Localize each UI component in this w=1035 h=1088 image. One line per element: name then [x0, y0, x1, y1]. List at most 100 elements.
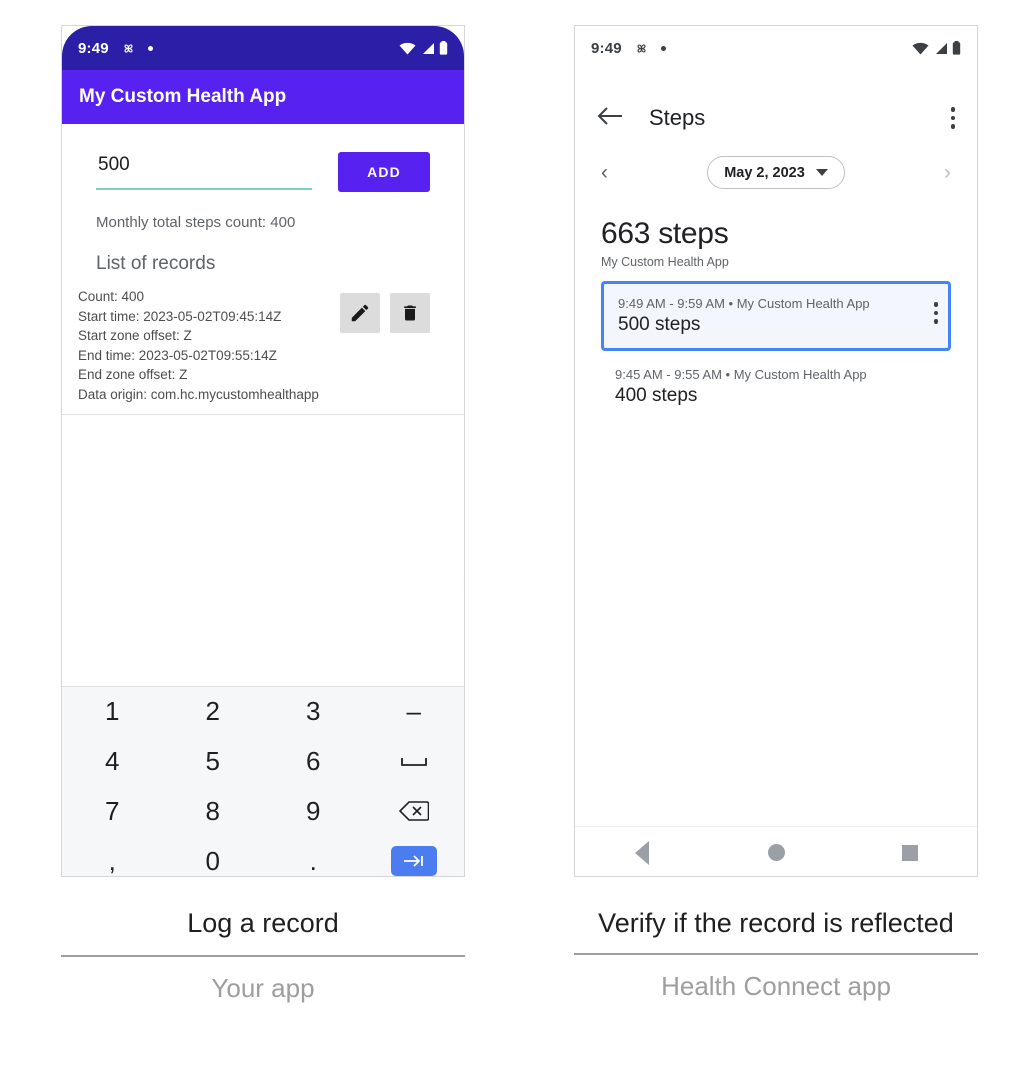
enter-key-surface	[390, 846, 437, 876]
backspace-icon	[398, 801, 429, 822]
record-count: Count: 400	[78, 289, 145, 304]
key-8[interactable]: 8	[163, 787, 264, 837]
record-end-zone-offset: End zone offset: Z	[78, 367, 188, 382]
left-app-content: 500 ADD Monthly total steps count: 400 L…	[62, 124, 464, 686]
caption-left: Log a record Your app	[61, 905, 465, 1004]
record-action-buttons	[340, 287, 430, 404]
key-4[interactable]: 4	[62, 737, 163, 787]
summary-source-app: My Custom Health App	[601, 255, 729, 269]
kebab-dots-icon	[933, 302, 938, 324]
app-bar-title-bar: My Custom Health App	[62, 70, 464, 124]
record-entry[interactable]: 9:45 AM - 9:55 AM • My Custom Health App…	[601, 355, 951, 419]
space-bar-icon	[400, 757, 427, 766]
record-entry-text: 9:49 AM - 9:59 AM • My Custom Health App…	[618, 296, 870, 336]
nav-back-button[interactable]	[575, 840, 709, 865]
home-circle-icon	[767, 844, 785, 861]
tab-next-icon	[403, 855, 423, 867]
status-icons-group	[912, 41, 961, 55]
battery-icon	[439, 41, 448, 55]
record-time-range: 9:49 AM - 9:59 AM • My Custom Health App	[618, 296, 870, 311]
record-step-count: 400 steps	[615, 385, 698, 406]
key-7[interactable]: 7	[62, 787, 163, 837]
chevron-down-icon	[815, 169, 828, 176]
pinwheel-icon	[634, 41, 649, 56]
record-overflow-menu-button[interactable]	[933, 296, 938, 324]
steps-input-value: 500	[98, 154, 130, 175]
key-enter-next[interactable]	[364, 836, 465, 876]
key-5[interactable]: 5	[163, 737, 264, 787]
list-of-records-heading: List of records	[96, 253, 216, 274]
notification-dot-icon	[147, 45, 153, 51]
records-list: 9:49 AM - 9:59 AM • My Custom Health App…	[575, 269, 977, 419]
wifi-icon	[399, 42, 416, 54]
health-connect-content: Steps ‹ May 2, 2023 › 663 steps My Custo…	[575, 70, 977, 826]
key-0[interactable]: 0	[163, 836, 264, 876]
date-dropdown-chip[interactable]: May 2, 2023	[707, 156, 845, 189]
status-bar-left: 9:49	[62, 26, 464, 70]
recents-square-icon	[902, 844, 918, 861]
numeric-keyboard: 1 2 3 – 4 5 6 7 8 9 , 0 .	[62, 686, 465, 876]
trash-icon	[404, 305, 416, 321]
status-icons-group	[399, 41, 448, 55]
input-underline	[96, 188, 312, 190]
record-end-time: End time: 2023-05-02T09:55:14Z	[78, 347, 277, 363]
key-comma[interactable]: ,	[62, 836, 163, 876]
record-data-origin: Data origin: com.hc.mycustomhealthapp	[78, 386, 319, 402]
key-6[interactable]: 6	[263, 737, 364, 787]
key-backspace[interactable]	[364, 787, 465, 837]
record-entry-selected[interactable]: 9:49 AM - 9:59 AM • My Custom Health App…	[601, 281, 951, 351]
overflow-menu-button[interactable]	[950, 107, 955, 129]
back-arrow-icon[interactable]	[597, 106, 623, 131]
edit-record-button[interactable]	[340, 293, 380, 333]
caption-left-sub: Your app	[211, 973, 315, 1003]
record-time-range: 9:45 AM - 9:55 AM • My Custom Health App	[615, 367, 867, 382]
battery-icon	[952, 41, 961, 55]
key-1[interactable]: 1	[62, 687, 163, 737]
page-root: 9:49 My Custom Health App 500 ADD Monthl…	[0, 0, 1035, 1088]
record-entry-text: 9:45 AM - 9:55 AM • My Custom Health App…	[615, 367, 867, 407]
signal-icon	[423, 42, 434, 54]
record-step-count: 500 steps	[618, 314, 701, 335]
back-triangle-icon	[635, 840, 649, 865]
record-list-item[interactable]: Count: 400 Start time: 2023-05-02T09:45:…	[62, 281, 464, 415]
delete-record-button[interactable]	[390, 293, 430, 333]
app-title: My Custom Health App	[79, 86, 287, 107]
key-period[interactable]: .	[263, 836, 364, 876]
wifi-icon	[912, 42, 929, 54]
notification-dot-icon	[660, 45, 666, 51]
key-2[interactable]: 2	[163, 687, 264, 737]
steps-input-field[interactable]: 500	[96, 150, 312, 190]
next-day-button[interactable]: ›	[944, 162, 951, 183]
record-start-time: Start time: 2023-05-02T09:45:14Z	[78, 308, 282, 324]
caption-left-divider	[61, 955, 465, 957]
android-nav-bar-right	[575, 826, 977, 876]
key-space[interactable]	[364, 737, 465, 787]
steps-summary: 663 steps My Custom Health App	[575, 189, 977, 269]
date-selector-row: ‹ May 2, 2023 ›	[575, 142, 977, 189]
key-minus[interactable]: –	[364, 687, 465, 737]
pencil-icon	[351, 304, 369, 322]
nav-recents-button[interactable]	[843, 844, 977, 861]
phone-right-health-connect: 9:49 Steps ‹ May 2, 2023 › 663 steps My …	[574, 25, 978, 877]
monthly-total-label: Monthly total steps count: 400	[96, 214, 296, 231]
nav-home-button[interactable]	[709, 844, 843, 861]
record-fields: Count: 400 Start time: 2023-05-02T09:45:…	[78, 287, 319, 404]
record-start-zone-offset: Start zone offset: Z	[78, 328, 192, 343]
previous-day-button[interactable]: ‹	[601, 162, 608, 183]
total-steps-value: 663 steps	[601, 217, 729, 250]
page-title: Steps	[649, 105, 706, 130]
caption-right: Verify if the record is reflected Health…	[574, 905, 978, 1002]
health-connect-app-bar: Steps	[575, 70, 977, 142]
caption-left-main: Log a record	[187, 908, 339, 938]
signal-icon	[936, 42, 947, 54]
status-time: 9:49	[78, 39, 109, 57]
add-button[interactable]: ADD	[338, 152, 430, 192]
key-3[interactable]: 3	[263, 687, 364, 737]
kebab-dots-icon	[950, 107, 955, 129]
caption-right-divider	[574, 953, 978, 955]
status-time: 9:49	[591, 39, 622, 57]
pinwheel-icon	[121, 41, 136, 56]
status-bar-right: 9:49	[575, 26, 977, 70]
key-9[interactable]: 9	[263, 787, 364, 837]
caption-right-main: Verify if the record is reflected	[598, 908, 954, 938]
